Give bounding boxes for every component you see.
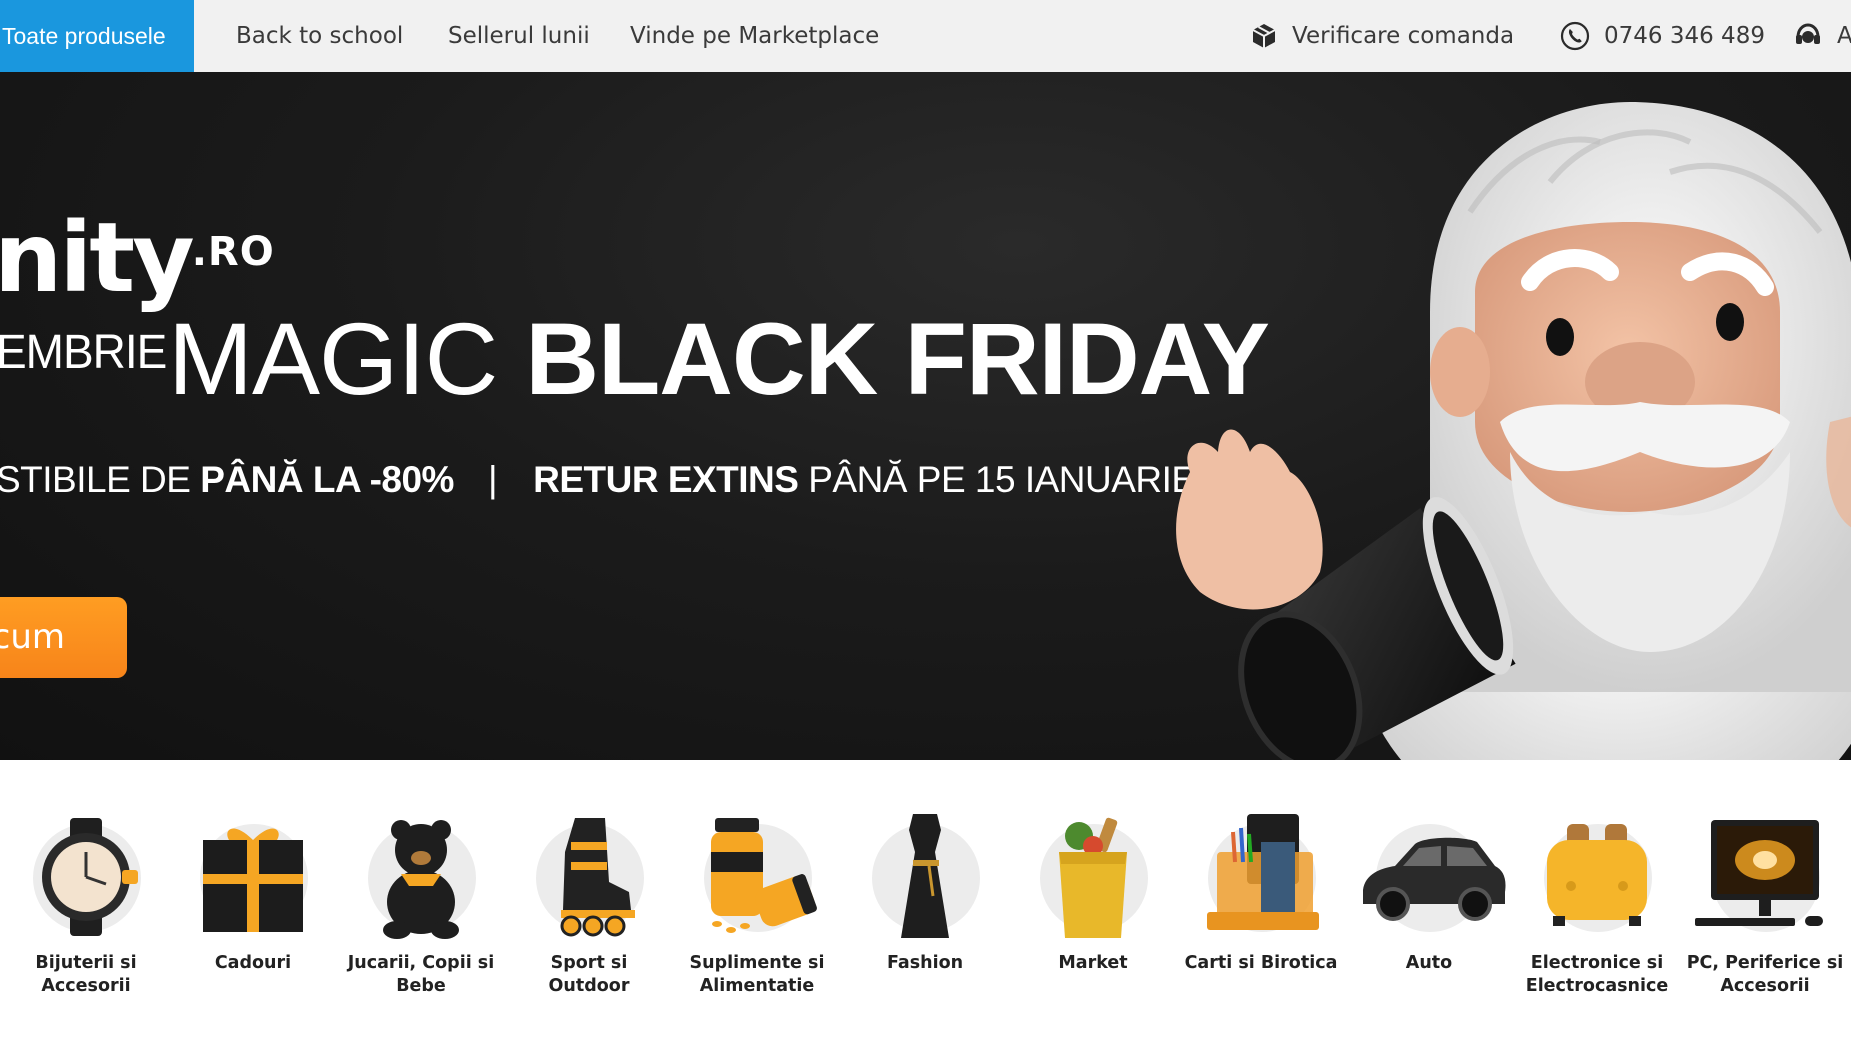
support-link[interactable]: A (1793, 0, 1851, 72)
category-jewelry-accessories[interactable]: Bijuterii si Accesorii (2, 812, 170, 998)
teddy-bear-icon (383, 820, 459, 939)
category-label: Suplimente si (689, 953, 825, 973)
category-electronics-appliances[interactable]: Electronice si Electrocasnice (1513, 812, 1681, 998)
order-check-link[interactable]: Verificare comanda (1250, 0, 1514, 72)
dress-icon (901, 814, 949, 938)
toaster-icon (1547, 824, 1647, 926)
category-label: Outdoor (548, 976, 630, 996)
category-books-office[interactable]: Carti si Birotica (1177, 812, 1345, 975)
top-navigation-bar: Toate produsele Back to school Sellerul … (0, 0, 1851, 72)
nav-link-seller-of-the-month[interactable]: Sellerul lunii (448, 0, 590, 72)
category-label: Auto (1405, 953, 1453, 973)
watch-icon (42, 818, 138, 936)
category-label: Fashion (886, 953, 964, 973)
category-gifts[interactable]: Cadouri (169, 812, 337, 975)
brand-logo: nity.RO (0, 202, 275, 314)
category-pc-peripherals[interactable]: PC, Periferice si Accesorii (1681, 812, 1849, 998)
phone-number: 0746 346 489 (1604, 23, 1765, 49)
black-friday-hero-banner[interactable]: nity.RO EMBRIE MAGIC BLACK FRIDAY STIBILE… (0, 72, 1851, 760)
category-label: Market (1058, 953, 1128, 973)
nav-link-back-to-school[interactable]: Back to school (236, 0, 403, 72)
car-icon (1363, 837, 1506, 921)
package-icon (1250, 22, 1278, 50)
category-label: Sport si (550, 953, 628, 973)
supplement-jar-icon (711, 818, 817, 933)
promo-headline: MAGIC BLACK FRIDAY (168, 302, 1270, 416)
order-check-label: Verificare comanda (1292, 23, 1515, 49)
desk-organizer-icon (1207, 814, 1319, 930)
category-fashion[interactable]: Fashion (841, 812, 1009, 975)
shop-now-button[interactable]: cum (0, 597, 127, 678)
category-label: Alimentatie (699, 976, 815, 996)
category-toys-kids-baby[interactable]: Jucarii, Copii si Bebe (337, 812, 505, 998)
nav-link-sell-on-marketplace[interactable]: Vinde pe Marketplace (630, 0, 879, 72)
grocery-bag-icon (1059, 817, 1127, 938)
category-label: Accesorii (1720, 976, 1810, 996)
category-label: Cadouri (214, 953, 292, 973)
category-label: PC, Periferice si (1686, 953, 1844, 973)
category-label: Bijuterii si (35, 953, 137, 973)
phone-link[interactable]: 0746 346 489 (1560, 0, 1765, 72)
category-strip: Bijuterii si Accesorii Cadouri Jucarii, … (0, 760, 1851, 1041)
support-label: A (1837, 23, 1851, 49)
desktop-computer-icon (1695, 820, 1823, 926)
category-supplements-food[interactable]: Suplimente si Alimentatie (673, 812, 841, 998)
category-label: Jucarii, Copii si (347, 953, 495, 973)
support-headset-icon (1793, 21, 1823, 51)
category-label: Carti si Birotica (1184, 953, 1338, 973)
category-auto[interactable]: Auto (1345, 812, 1513, 975)
roller-skate-icon (560, 818, 635, 937)
promo-month-text: EMBRIE (0, 323, 167, 379)
category-label: Electronice si (1530, 953, 1664, 973)
all-products-button[interactable]: Toate produsele (0, 0, 194, 72)
gift-box-icon (203, 828, 303, 932)
category-label: Accesorii (41, 976, 131, 996)
category-market[interactable]: Market (1009, 812, 1177, 975)
category-label: Bebe (396, 976, 446, 996)
category-label: Electrocasnice (1525, 976, 1669, 996)
promo-subline: STIBILE DE PÂNĂ LA -80% | RETUR EXTINS PÂN… (0, 459, 1196, 500)
category-sport-outdoor[interactable]: Sport si Outdoor (505, 812, 673, 998)
wizard-mascot-illustration (1176, 102, 1851, 760)
phone-icon (1560, 21, 1590, 51)
